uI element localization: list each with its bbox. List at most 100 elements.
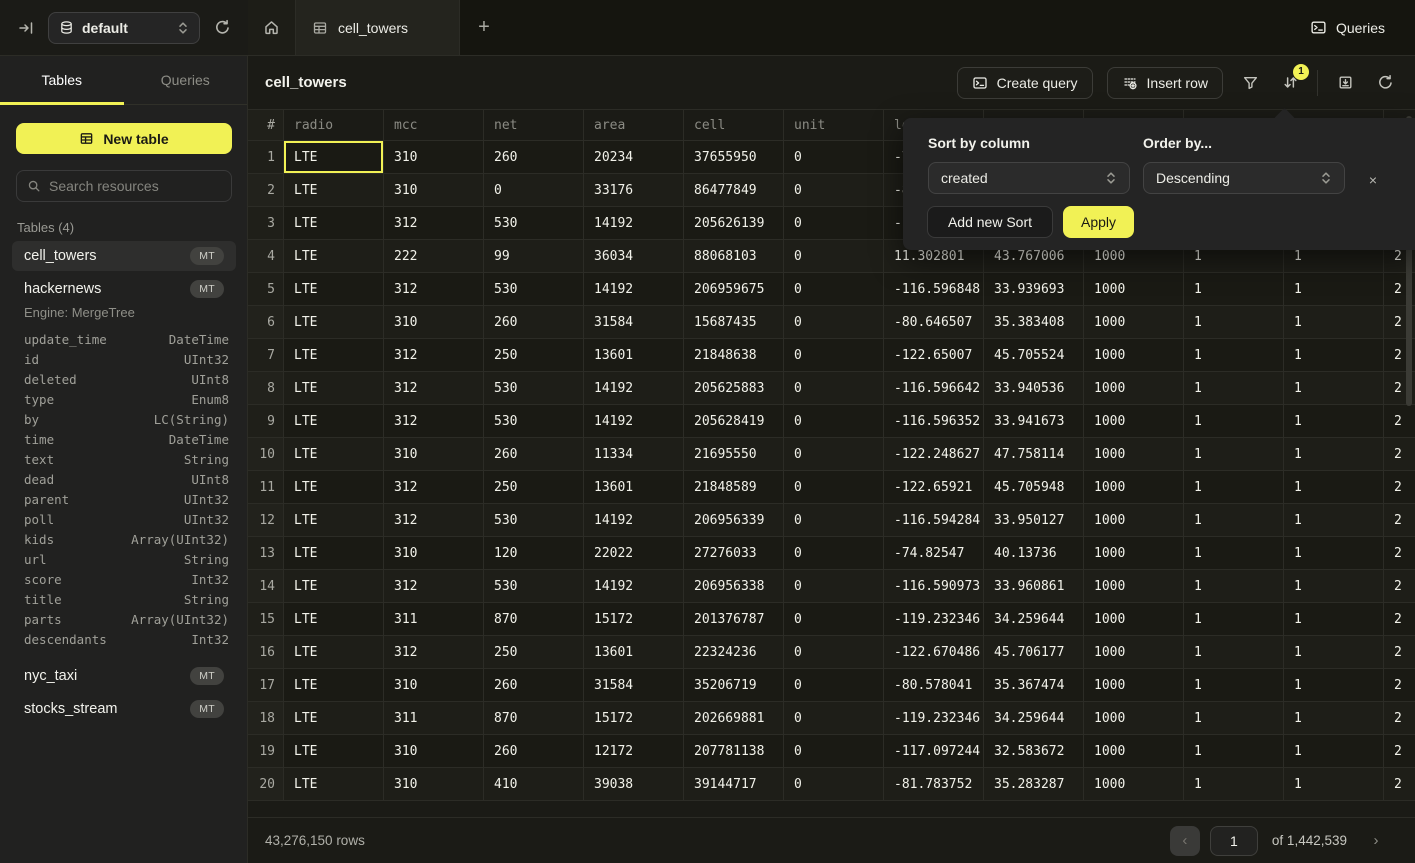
table-cell[interactable]: 1	[1284, 372, 1384, 405]
row-index[interactable]: 7	[248, 339, 284, 372]
table-cell[interactable]: 1	[1184, 273, 1284, 306]
table-cell[interactable]: 11334	[584, 438, 684, 471]
table-cell[interactable]: 312	[384, 570, 484, 603]
table-cell[interactable]: -116.594284	[884, 504, 984, 537]
table-cell[interactable]: 0	[784, 240, 884, 273]
filter-icon[interactable]	[1237, 70, 1263, 96]
table-cell[interactable]: 2	[1384, 669, 1415, 702]
table-cell[interactable]: -122.670486	[884, 636, 984, 669]
refresh-table-icon[interactable]	[1372, 70, 1398, 96]
table-cell[interactable]: 310	[384, 735, 484, 768]
table-cell[interactable]: 1	[1284, 306, 1384, 339]
row-index[interactable]: 17	[248, 669, 284, 702]
table-cell[interactable]: 312	[384, 339, 484, 372]
collapse-sidebar-icon[interactable]	[14, 16, 38, 40]
table-cell[interactable]: 207781138	[684, 735, 784, 768]
table-cell[interactable]: LTE	[284, 405, 384, 438]
table-cell[interactable]: 13601	[584, 339, 684, 372]
table-cell[interactable]: -80.578041	[884, 669, 984, 702]
table-cell[interactable]: 0	[784, 504, 884, 537]
home-tab-button[interactable]	[248, 0, 296, 55]
table-cell[interactable]: 1	[1184, 438, 1284, 471]
table-cell[interactable]: 0	[784, 372, 884, 405]
selected-cell[interactable]: LTE	[284, 141, 384, 174]
table-cell[interactable]: 206956339	[684, 504, 784, 537]
table-cell[interactable]: 201376787	[684, 603, 784, 636]
table-cell[interactable]: 530	[484, 504, 584, 537]
table-cell[interactable]: 1	[1184, 636, 1284, 669]
table-cell[interactable]: 1	[1284, 768, 1384, 801]
table-cell[interactable]: 1	[1184, 768, 1284, 801]
table-cell[interactable]: 0	[784, 537, 884, 570]
table-cell[interactable]: 530	[484, 273, 584, 306]
table-cell[interactable]: 250	[484, 471, 584, 504]
table-cell[interactable]: 312	[384, 471, 484, 504]
table-cell[interactable]: 1000	[1084, 768, 1184, 801]
table-cell[interactable]: -117.097244	[884, 735, 984, 768]
table-cell[interactable]: 36034	[584, 240, 684, 273]
table-cell[interactable]: -116.596848	[884, 273, 984, 306]
grid-header-index[interactable]: #	[248, 110, 284, 141]
sidebar-item-stocks-stream[interactable]: stocks_stream MT	[12, 694, 236, 724]
table-cell[interactable]: 1	[1184, 471, 1284, 504]
table-cell[interactable]: 31584	[584, 669, 684, 702]
sort-icon[interactable]: 1	[1277, 70, 1303, 96]
table-cell[interactable]: 15687435	[684, 306, 784, 339]
grid-header-cell[interactable]: radio	[284, 110, 384, 141]
table-cell[interactable]: 1	[1184, 405, 1284, 438]
sidebar-item-hackernews[interactable]: hackernews MT	[12, 274, 236, 304]
table-cell[interactable]: 13601	[584, 636, 684, 669]
table-cell[interactable]: -81.783752	[884, 768, 984, 801]
sidebar-item-cell-towers[interactable]: cell_towers MT	[12, 241, 236, 271]
row-index[interactable]: 10	[248, 438, 284, 471]
table-cell[interactable]: 0	[784, 735, 884, 768]
table-cell[interactable]: 0	[784, 174, 884, 207]
table-cell[interactable]: 530	[484, 405, 584, 438]
table-cell[interactable]: -122.65921	[884, 471, 984, 504]
table-cell[interactable]: -119.232346	[884, 603, 984, 636]
table-cell[interactable]: 870	[484, 603, 584, 636]
table-cell[interactable]: 15172	[584, 603, 684, 636]
table-cell[interactable]: 2	[1384, 702, 1415, 735]
table-cell[interactable]: 1	[1284, 537, 1384, 570]
table-cell[interactable]: 250	[484, 636, 584, 669]
table-cell[interactable]: 0	[784, 306, 884, 339]
table-cell[interactable]: 88068103	[684, 240, 784, 273]
table-cell[interactable]: 32.583672	[984, 735, 1084, 768]
table-cell[interactable]: 2	[1384, 405, 1415, 438]
table-cell[interactable]: 870	[484, 702, 584, 735]
tab-cell-towers[interactable]: cell_towers	[296, 0, 460, 55]
table-cell[interactable]: 1	[1184, 570, 1284, 603]
table-cell[interactable]: 0	[784, 141, 884, 174]
table-cell[interactable]: -116.596352	[884, 405, 984, 438]
table-cell[interactable]: 14192	[584, 372, 684, 405]
table-cell[interactable]: 310	[384, 306, 484, 339]
table-cell[interactable]: 2	[1384, 636, 1415, 669]
grid-header-cell[interactable]: area	[584, 110, 684, 141]
grid-header-cell[interactable]: unit	[784, 110, 884, 141]
row-index[interactable]: 3	[248, 207, 284, 240]
table-cell[interactable]: 14192	[584, 504, 684, 537]
table-cell[interactable]: 35.383408	[984, 306, 1084, 339]
table-cell[interactable]: 39144717	[684, 768, 784, 801]
table-cell[interactable]: 410	[484, 768, 584, 801]
sidebar-tab-tables[interactable]: Tables	[0, 56, 124, 104]
table-cell[interactable]: 206956338	[684, 570, 784, 603]
table-cell[interactable]: 2	[1384, 735, 1415, 768]
row-index[interactable]: 19	[248, 735, 284, 768]
table-cell[interactable]: 40.13736	[984, 537, 1084, 570]
table-cell[interactable]: 14192	[584, 207, 684, 240]
table-cell[interactable]: 312	[384, 372, 484, 405]
table-cell[interactable]: 39038	[584, 768, 684, 801]
row-index[interactable]: 11	[248, 471, 284, 504]
table-cell[interactable]: 1	[1284, 438, 1384, 471]
table-cell[interactable]: 21848638	[684, 339, 784, 372]
table-cell[interactable]: 0	[784, 768, 884, 801]
table-cell[interactable]: 33.950127	[984, 504, 1084, 537]
table-cell[interactable]: LTE	[284, 438, 384, 471]
table-cell[interactable]: 1000	[1084, 438, 1184, 471]
table-cell[interactable]: LTE	[284, 306, 384, 339]
table-cell[interactable]: 1	[1284, 471, 1384, 504]
table-cell[interactable]: 1	[1184, 306, 1284, 339]
table-cell[interactable]: 0	[784, 636, 884, 669]
